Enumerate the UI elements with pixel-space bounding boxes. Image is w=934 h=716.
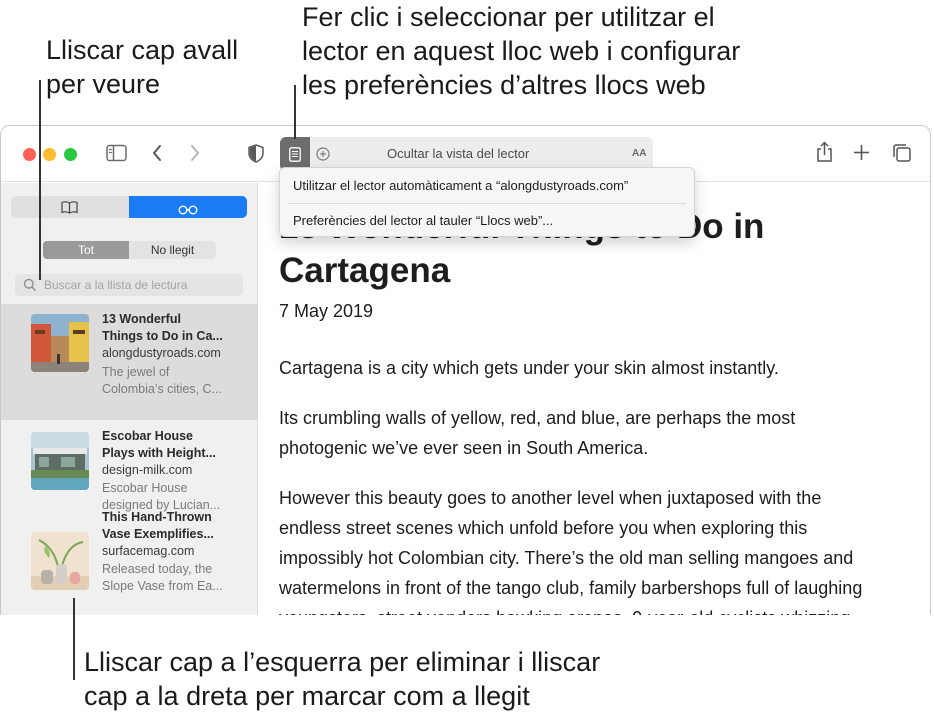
search-input[interactable]: Buscar a la llista de lectura bbox=[44, 278, 187, 292]
privacy-shield-icon[interactable] bbox=[248, 144, 264, 167]
reading-list-tab[interactable] bbox=[129, 196, 247, 218]
reader-content: 13 Wonderful Things to Do in Cartagena 7… bbox=[259, 183, 930, 615]
thumbnail-street-image bbox=[31, 314, 89, 372]
callout-scroll: Lliscar cap avall per veure bbox=[46, 35, 239, 99]
thumbnail-house-image bbox=[31, 432, 89, 490]
list-item[interactable]: 13 Wonderful Things to Do in Ca... along… bbox=[1, 304, 257, 420]
search-field[interactable]: Buscar a la llista de lectura bbox=[15, 274, 243, 296]
text-size-icon[interactable]: AA bbox=[632, 148, 646, 159]
article-title-line2: Cartagena bbox=[279, 251, 451, 290]
menu-divider bbox=[288, 203, 686, 204]
sidebar-segmented-control bbox=[11, 196, 247, 218]
callout-line-swipe bbox=[73, 598, 75, 680]
address-bar[interactable]: Ocultar la vista del lector AA bbox=[280, 137, 653, 171]
sidebar-toggle-icon[interactable] bbox=[106, 144, 127, 166]
callout-reader: Fer clic i seleccionar per utilitzar el … bbox=[302, 2, 741, 100]
article-date: 7 May 2019 bbox=[279, 301, 374, 321]
callout-line-scroll bbox=[39, 80, 41, 280]
search-icon bbox=[23, 278, 37, 292]
item-title: 13 Wonderful Things to Do in Ca... bbox=[102, 312, 223, 343]
glasses-icon bbox=[178, 202, 198, 220]
item-title: Escobar House Plays with Height... bbox=[102, 429, 216, 460]
callout-swipe: Lliscar cap a l’esquerra per eliminar i … bbox=[84, 647, 601, 711]
article-paragraph: However this beauty goes to another leve… bbox=[279, 488, 863, 615]
reader-button[interactable] bbox=[280, 137, 310, 171]
reading-filter: Tot No llegit bbox=[43, 241, 216, 259]
item-host: alongdustyroads.com bbox=[102, 346, 221, 360]
share-icon[interactable] bbox=[816, 141, 833, 167]
item-host: design-milk.com bbox=[102, 463, 193, 477]
item-host: surfacemag.com bbox=[102, 544, 195, 558]
article-paragraph: Cartagena is a city which gets under you… bbox=[279, 358, 779, 378]
back-icon[interactable] bbox=[151, 144, 163, 166]
forward-icon[interactable] bbox=[189, 144, 201, 166]
tab-overview-icon[interactable] bbox=[892, 143, 912, 167]
item-title: This Hand-Thrown Vase Exemplifies... bbox=[102, 510, 214, 541]
minimize-window-button[interactable] bbox=[43, 148, 56, 161]
callout-line-reader bbox=[294, 85, 296, 139]
bookmarks-tab-icon[interactable] bbox=[61, 200, 78, 219]
article-paragraph: Its crumbling walls of yellow, red, and … bbox=[279, 408, 796, 458]
menu-item-reader-preferences[interactable]: Preferències del lector al tauler “Llocs… bbox=[293, 213, 553, 228]
item-description: The jewel of Colombia’s cities, C... bbox=[102, 365, 222, 396]
reader-icon bbox=[289, 147, 301, 167]
filter-all-button[interactable]: Tot bbox=[43, 241, 129, 259]
item-description: Released today, the Slope Vase from Ea..… bbox=[102, 562, 223, 593]
zoom-window-button[interactable] bbox=[64, 148, 77, 161]
filter-unread-button[interactable]: No llegit bbox=[129, 241, 216, 259]
close-window-button[interactable] bbox=[23, 148, 36, 161]
menu-item-auto-reader[interactable]: Utilitzar el lector automàticament a “al… bbox=[293, 178, 628, 193]
reader-menu: Utilitzar el lector automàticament a “al… bbox=[279, 167, 695, 237]
add-extension-icon[interactable] bbox=[316, 147, 330, 166]
new-tab-icon[interactable] bbox=[853, 144, 870, 165]
address-text: Ocultar la vista del lector bbox=[387, 146, 530, 161]
list-item[interactable]: This Hand-Thrown Vase Exemplifies... sur… bbox=[1, 510, 257, 615]
thumbnail-vase-image bbox=[31, 532, 89, 590]
